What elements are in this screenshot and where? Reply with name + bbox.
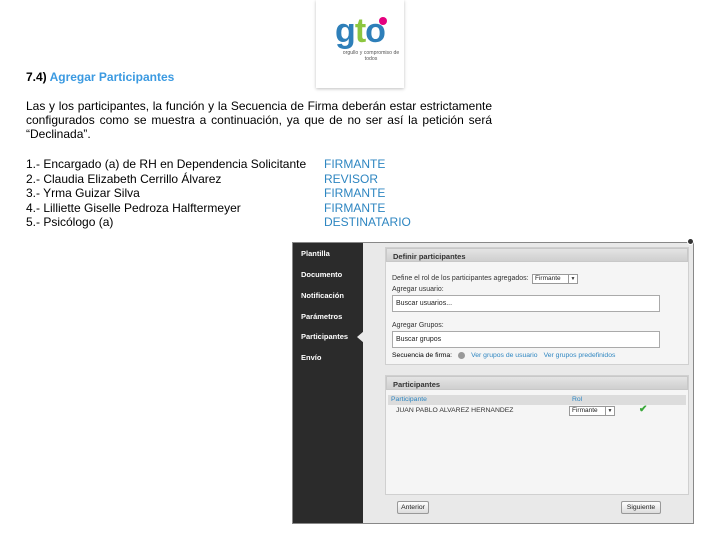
logo-letter-o: o <box>365 12 387 50</box>
add-user-input[interactable]: Buscar usuarios... <box>392 295 660 312</box>
user-groups-link[interactable]: Ver grupos de usuario <box>471 352 538 359</box>
add-group-input[interactable]: Buscar grupos <box>392 331 660 348</box>
participant-name: 2.- Claudia Elizabeth Cerrillo Álvarez <box>26 171 222 186</box>
role-select[interactable]: Firmante ▼ <box>532 274 578 284</box>
role-select-value: Firmante <box>535 275 561 282</box>
participant-name: 1.- Encargado (a) de RH en Dependencia S… <box>26 157 307 171</box>
gto-logo: g t o orgullo y compromiso de todos <box>316 0 404 88</box>
participant-role: FIRMANTE <box>324 200 386 215</box>
app-screenshot: Plantilla Documento Notificación Parámet… <box>292 242 694 524</box>
section-heading: 7.4) Agregar Participantes <box>26 70 174 84</box>
logo-letter-g: g <box>335 12 356 50</box>
add-user-label: Agregar usuario: <box>392 286 444 293</box>
participant-role: REVISOR <box>324 171 379 186</box>
next-button[interactable]: Siguiente <box>621 501 661 514</box>
chevron-down-icon: ▼ <box>605 407 614 415</box>
sidebar-item-plantilla[interactable]: Plantilla <box>301 249 330 258</box>
sequence-label: Secuencia de firma: <box>392 352 453 359</box>
logo-wordmark: g t o <box>335 12 387 50</box>
participant-cell: JUAN PABLO ALVAREZ HERNANDEZ <box>396 407 514 414</box>
sidebar-item-notificacion[interactable]: Notificación <box>301 291 344 300</box>
table-row: JUAN PABLO ALVAREZ HERNANDEZ Firmante ▼ … <box>388 404 686 417</box>
sidebar-item-parametros[interactable]: Parámetros <box>301 312 342 321</box>
help-icon[interactable] <box>458 352 466 359</box>
scroll-handle-icon[interactable] <box>687 238 694 245</box>
panel-title: Definir participantes <box>386 248 688 262</box>
logo-letter-t: t <box>354 12 366 50</box>
check-icon: ✔ <box>639 404 648 415</box>
participant-role: DESTINATARIO <box>324 215 411 229</box>
participants-panel: Participantes Participante Rol JUAN PABL… <box>385 375 689 495</box>
participant-role-select[interactable]: Firmante ▼ <box>569 406 615 416</box>
signature-sequence-row: Secuencia de firma: Ver grupos de usuari… <box>392 352 615 359</box>
participant-role-value: Firmante <box>572 407 598 414</box>
define-participants-panel: Definir participantes Define el rol de l… <box>385 247 689 365</box>
wizard-sidebar: Plantilla Documento Notificación Parámet… <box>293 243 365 523</box>
participant-role: FIRMANTE <box>324 186 386 200</box>
sidebar-item-participantes[interactable]: Participantes <box>301 331 365 343</box>
add-group-label: Agregar Grupos: <box>392 322 444 329</box>
logo-tagline: orgullo y compromiso de todos <box>342 50 400 62</box>
predefined-groups-link[interactable]: Ver grupos predefinidos <box>544 352 616 359</box>
participant-role: FIRMANTE <box>324 157 386 171</box>
column-participante: Participante <box>391 396 427 403</box>
section-title-link[interactable]: Agregar Participantes <box>50 70 175 84</box>
sidebar-item-documento[interactable]: Documento <box>301 270 342 279</box>
participant-name: 4.- Lilliette Giselle Pedroza Halftermey… <box>26 200 241 215</box>
column-rol: Rol <box>572 396 583 403</box>
panel-title: Participantes <box>386 376 688 390</box>
role-label: Define el rol de los participantes agreg… <box>392 275 529 282</box>
participant-name: 3.- Yrma Guizar Silva <box>26 186 140 200</box>
participant-name: 5.- Psicólogo (a) <box>26 215 114 229</box>
section-number: 7.4) <box>26 70 47 84</box>
chevron-down-icon: ▼ <box>568 275 577 283</box>
instructions-paragraph: Las y los participantes, la función y la… <box>26 99 492 141</box>
sidebar-item-envio[interactable]: Envío <box>301 353 321 362</box>
previous-button[interactable]: Anterior <box>397 501 429 514</box>
